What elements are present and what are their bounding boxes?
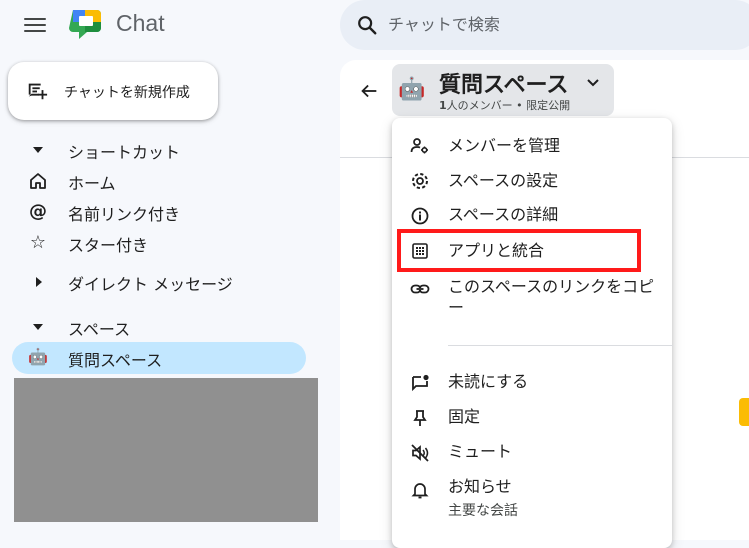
menu-divider — [448, 345, 673, 346]
member-count: 1 — [439, 99, 447, 112]
menu-item-label: お知らせ — [448, 477, 512, 496]
shortcuts-section-toggle[interactable]: ショートカット — [0, 134, 320, 164]
manage-members-icon — [410, 138, 428, 154]
space-item-label: 質問スペース — [68, 351, 163, 370]
spaces-section-toggle[interactable]: スペース — [0, 311, 320, 341]
highlight-box — [397, 229, 641, 272]
new-chat-icon — [28, 83, 48, 100]
menu-item-mute[interactable]: ミュート — [392, 441, 672, 465]
at-icon: @ — [29, 201, 47, 222]
menu-item-label: メンバーを管理 — [448, 136, 561, 155]
menu-item-space-settings[interactable]: スペースの設定 — [392, 170, 672, 194]
sidebar-item-label: スター付き — [68, 236, 149, 255]
space-title: 質問スペース — [439, 73, 569, 98]
new-chat-label: チャットを新規作成 — [64, 85, 190, 101]
new-chat-button[interactable]: チャットを新規作成 — [8, 62, 218, 120]
menu-item-label: ミュート — [448, 442, 513, 461]
menu-item-label: 未読にする — [448, 372, 529, 391]
robot-icon: 🤖 — [398, 77, 426, 102]
direct-messages-label: ダイレクト メッセージ — [68, 275, 233, 294]
visibility-label: 限定公開 — [526, 99, 571, 112]
link-icon — [410, 284, 430, 294]
menu-item-space-details[interactable]: スペースの詳細 — [392, 204, 672, 228]
sidebar-space-item[interactable]: 🤖 質問スペース — [12, 342, 306, 374]
menu-item-label: このスペースのリンクをコピー — [448, 277, 655, 317]
back-arrow-icon[interactable] — [358, 80, 380, 102]
sidebar-item-starred[interactable]: ☆ スター付き — [0, 227, 320, 257]
search-input[interactable] — [388, 12, 728, 36]
space-subtitle: 1人のメンバー • 限定公開 — [439, 97, 570, 113]
sidebar-item-label: 名前リンク付き — [68, 205, 181, 224]
home-icon — [30, 173, 46, 189]
chevron-down-icon — [587, 79, 599, 87]
menu-item-label: スペースの詳細 — [448, 205, 559, 224]
redacted-area — [14, 378, 318, 522]
direct-messages-section-toggle[interactable]: ダイレクト メッセージ — [0, 266, 320, 296]
menu-item-copy-link[interactable]: このスペースのリンクをコピー — [392, 276, 672, 320]
main-menu-button[interactable] — [24, 14, 48, 36]
menu-item-mark-unread[interactable]: 未読にする — [392, 371, 672, 395]
search-icon[interactable] — [356, 14, 378, 36]
menu-item-label: 固定 — [448, 407, 481, 426]
settings-icon — [412, 173, 428, 189]
menu-item-sublabel: 主要な会話 — [448, 503, 518, 519]
space-header-button[interactable]: 🤖 質問スペース 1人のメンバー • 限定公開 — [392, 64, 614, 116]
spaces-label: スペース — [68, 320, 131, 339]
chat-logo — [69, 10, 101, 39]
app-name: Chat — [116, 10, 165, 36]
side-panel-tab[interactable] — [739, 398, 749, 426]
info-icon — [411, 207, 429, 225]
mark-unread-icon — [412, 374, 429, 392]
expand-icon — [33, 147, 43, 153]
mute-icon — [411, 444, 429, 462]
star-icon: ☆ — [29, 232, 47, 253]
menu-item-label: スペースの設定 — [448, 171, 559, 190]
menu-item-manage-members[interactable]: メンバーを管理 — [392, 135, 672, 159]
sidebar-item-home[interactable]: ホーム — [0, 165, 320, 195]
expand-icon — [33, 324, 43, 330]
member-text: 人のメンバー — [446, 99, 513, 112]
separator-dot: • — [516, 99, 523, 112]
menu-item-notifications[interactable]: お知らせ 主要な会話 — [392, 476, 672, 520]
robot-icon: 🤖 — [28, 347, 48, 366]
sidebar-item-label: ホーム — [68, 174, 116, 193]
pin-icon — [413, 410, 427, 426]
collapse-icon — [36, 277, 42, 287]
menu-item-pin[interactable]: 固定 — [392, 406, 672, 430]
sidebar-item-mentions[interactable]: @ 名前リンク付き — [0, 196, 320, 226]
bell-icon — [411, 483, 429, 499]
shortcuts-label: ショートカット — [68, 143, 181, 162]
